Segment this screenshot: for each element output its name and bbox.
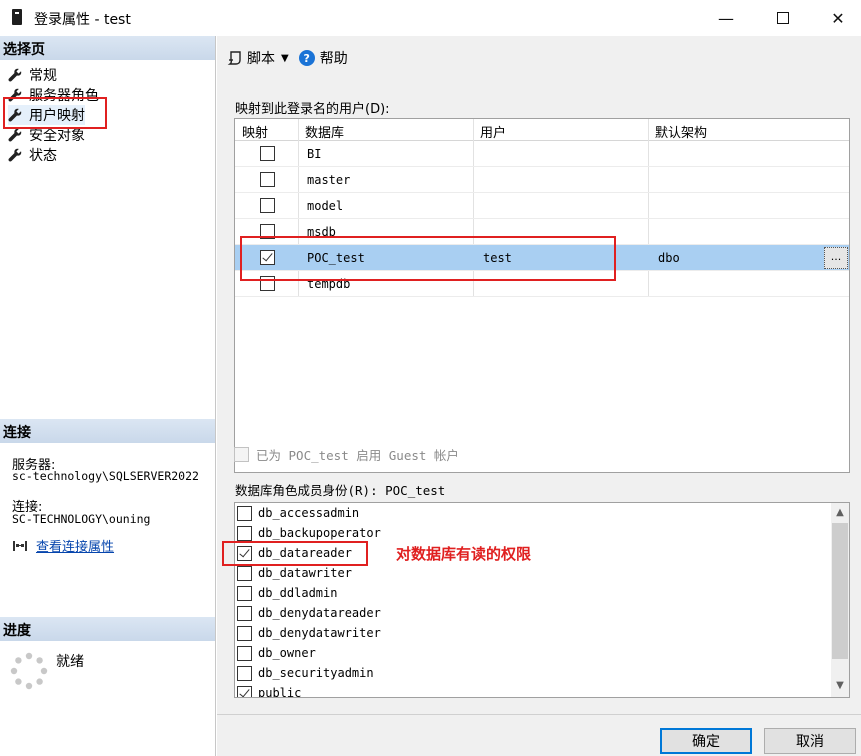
column-header-schema[interactable]: 默认架构 [655,122,707,141]
annotation-box-poc-test-row [240,236,616,281]
title-bar: 登录属性 - test — ✕ [0,0,861,36]
list-item[interactable]: db_denydatawriter [237,623,381,643]
table-row[interactable]: master [235,167,849,193]
script-button[interactable]: 脚本 [227,48,275,68]
minimize-icon: — [718,8,734,28]
wrench-icon [8,68,22,82]
user-mapping-grid: 映射 数据库 用户 默认架构 BI master model msdb POC_… [234,118,850,473]
role-checkbox[interactable] [237,645,252,661]
column-header-map[interactable]: 映射 [242,122,268,141]
map-checkbox[interactable] [260,146,275,161]
progress-header: 进度 [0,617,215,641]
browse-schema-button[interactable]: ... [824,247,848,269]
window-title: 登录属性 - test [34,12,131,28]
help-label: 帮助 [319,51,348,67]
cancel-button[interactable]: 取消 [764,728,856,754]
connection-value: SC-TECHNOLOGY\ouning [12,512,151,526]
role-name: db_denydatawriter [258,626,381,640]
guest-account-option: 已为 POC_test 启用 Guest 帐户 [234,445,459,464]
script-label: 脚本 [247,51,275,67]
role-name: db_owner [258,646,316,660]
right-panel: 脚本 ▼ ? 帮助 映射到此登录名的用户(D): 映射 数据库 用户 默认架构 … [217,36,861,714]
role-checkbox[interactable] [237,625,252,641]
role-checkbox[interactable] [237,585,252,601]
nav-item-label: 常规 [29,68,57,84]
role-checkbox[interactable] [237,665,252,681]
scroll-thumb[interactable] [832,523,848,659]
nav-item-label: 状态 [29,148,57,164]
ok-button[interactable]: 确定 [660,728,752,754]
role-checkbox[interactable] [237,605,252,621]
left-panel: 选择页 常规 服务器角色 用户映射 安全对象 状态 连接 服务器: sc-tec… [0,36,216,756]
role-name: db_denydatareader [258,606,381,620]
list-item[interactable]: db_securityadmin [237,663,374,683]
toolbar: 脚本 ▼ ? 帮助 [227,48,354,68]
list-item[interactable]: db_datawriter [237,563,352,583]
map-checkbox[interactable] [260,172,275,187]
role-membership-list: db_accessadmin db_backupoperator db_data… [234,502,850,698]
schema-cell[interactable]: dbo [658,251,680,265]
role-name: db_ddladmin [258,586,338,600]
chevron-down-icon: ▼ [281,52,289,64]
app-icon [12,9,22,25]
list-item[interactable]: public [237,683,302,698]
annotation-box-user-mapping [3,97,107,129]
server-value: sc-technology\SQLSERVER2022 [12,469,199,483]
role-name: public [258,686,302,698]
role-name: db_backupoperator [258,526,381,540]
column-header-user[interactable]: 用户 [480,122,506,141]
annotation-box-datareader [222,541,368,566]
connection-header: 连接 [0,419,215,443]
grid-header: 映射 数据库 用户 默认架构 [235,119,849,141]
table-row[interactable]: BI [235,141,849,167]
scroll-down-icon[interactable]: ▼ [831,677,849,695]
database-cell: master [307,173,351,187]
script-icon [227,51,241,65]
annotation-text: 对数据库有读的权限 [396,545,532,563]
column-header-database[interactable]: 数据库 [305,122,344,141]
role-checkbox[interactable] [237,525,252,541]
guest-label: 已为 POC_test 启用 Guest 帐户 [256,448,459,463]
maximize-button[interactable] [760,0,806,36]
progress-spinner-icon [10,652,48,690]
role-name: db_accessadmin [258,506,360,520]
guest-checkbox [234,447,249,462]
select-page-header: 选择页 [0,36,215,60]
database-cell: BI [307,147,322,161]
close-button[interactable]: ✕ [815,0,861,36]
list-item[interactable]: db_owner [237,643,316,663]
wrench-icon [8,128,22,142]
scroll-up-icon[interactable]: ▲ [831,504,849,522]
role-membership-label: 数据库角色成员身份(R): POC_test [235,483,446,498]
status-text: 就绪 [56,654,84,670]
database-cell: model [307,199,344,213]
role-checkbox[interactable] [237,565,252,581]
role-name: db_securityadmin [258,666,374,680]
map-checkbox[interactable] [260,198,275,213]
maximize-icon [777,12,789,24]
roles-scrollbar[interactable]: ▲ ▼ [831,503,849,697]
table-row[interactable]: model [235,193,849,219]
list-item[interactable]: db_accessadmin [237,503,359,523]
list-item[interactable]: db_backupoperator [237,523,381,543]
nav-item-general[interactable]: 常规 [8,65,57,85]
help-icon: ? [298,50,315,66]
view-connection-props-link[interactable]: 查看连接属性 [36,536,114,555]
close-icon: ✕ [831,8,845,28]
role-checkbox[interactable] [237,505,252,521]
dialog-button-bar: 确定 取消 [217,714,861,756]
role-name: db_datawriter [258,566,352,580]
wrench-icon [8,148,22,162]
view-connection-props[interactable]: 查看连接属性 [12,536,114,555]
help-button[interactable]: ? 帮助 [298,48,348,68]
role-checkbox[interactable] [237,685,252,697]
list-item[interactable]: db_ddladmin [237,583,337,603]
minimize-button[interactable]: — [703,0,749,36]
mapped-users-label: 映射到此登录名的用户(D): [235,102,390,117]
nav-item-status[interactable]: 状态 [8,145,57,165]
list-item[interactable]: db_denydatareader [237,603,381,623]
connection-icon [13,540,27,551]
script-dropdown[interactable]: ▼ [281,53,289,64]
